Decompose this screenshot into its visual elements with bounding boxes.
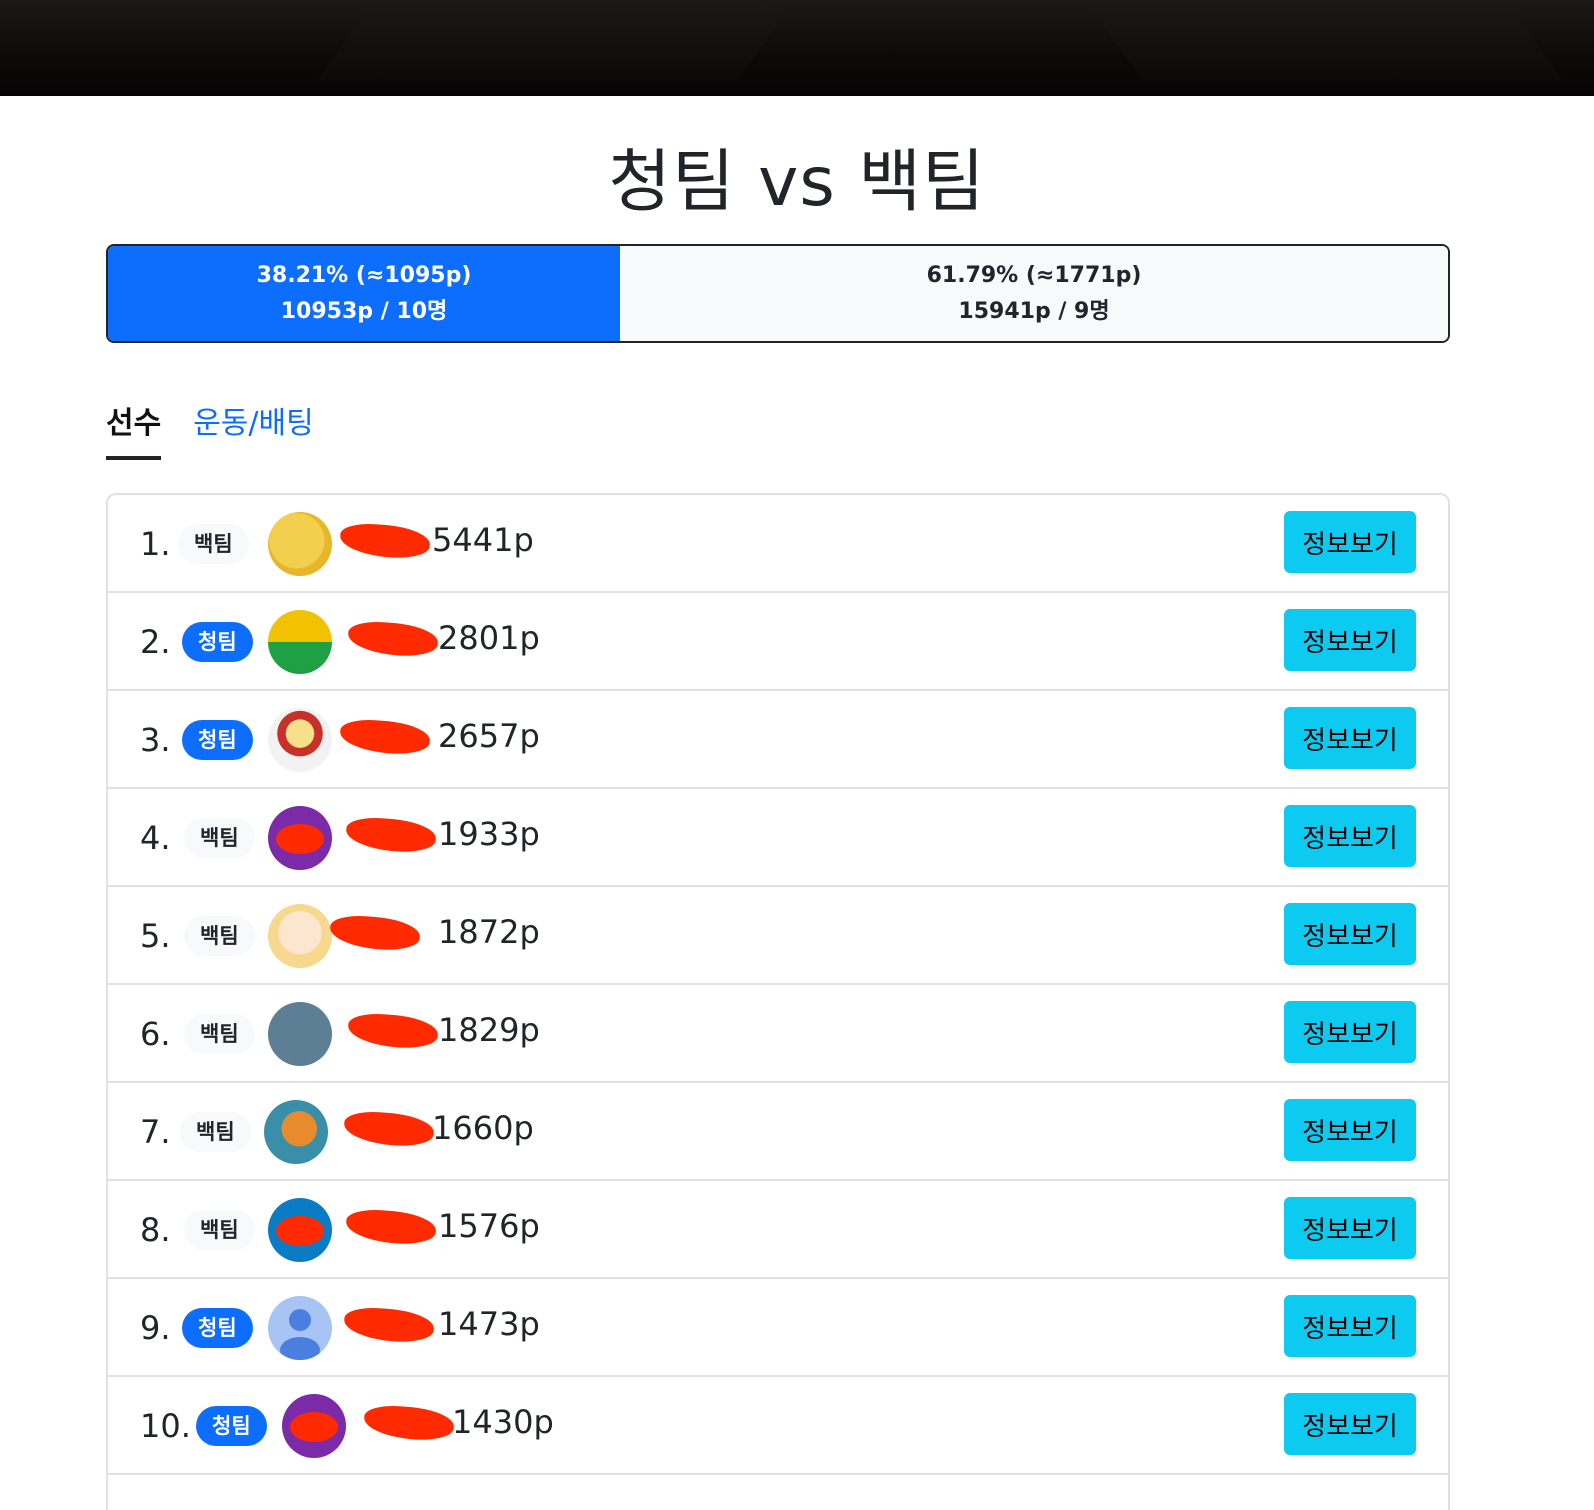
player-rank: 8. — [140, 1211, 171, 1249]
player-rank: 1. — [140, 525, 171, 563]
purple-avatar — [268, 806, 332, 870]
view-info-button[interactable]: 정보보기 — [1284, 805, 1416, 867]
view-info-button[interactable]: 정보보기 — [1284, 707, 1416, 769]
redacted-player-name — [346, 1011, 440, 1051]
player-row: 4. 백팀 1933p 정보보기 — [108, 789, 1448, 887]
view-info-button[interactable]: 정보보기 — [1284, 1001, 1416, 1063]
purple-avatar — [282, 1394, 346, 1458]
blue-avatar — [268, 1198, 332, 1262]
player-rank: 5. — [140, 917, 171, 955]
player-rank: 4. — [140, 819, 171, 857]
default-person-avatar — [268, 1296, 332, 1360]
player-rank: 2. — [140, 623, 171, 661]
team-badge: 청팀 — [196, 1406, 267, 1446]
player-points: 1933p — [438, 815, 540, 853]
team-badge: 청팀 — [182, 1308, 253, 1348]
player-points: 1872p — [438, 913, 540, 951]
pixel-punk-avatar — [268, 1002, 332, 1066]
team-badge: 백팀 — [184, 1210, 255, 1250]
player-row: 10. 청팀 1430p 정보보기 — [108, 1377, 1448, 1475]
cartoon-hero-avatar — [268, 708, 332, 772]
view-info-button[interactable]: 정보보기 — [1284, 903, 1416, 965]
team-badge: 청팀 — [182, 622, 253, 662]
player-points: 1660p — [432, 1109, 534, 1147]
redaction-mark — [290, 1412, 338, 1442]
page-title: 청팀 vs 백팀 — [608, 143, 986, 222]
tab-exercise-betting[interactable]: 운동/배팅 — [193, 392, 314, 460]
tab-players[interactable]: 선수 — [106, 392, 162, 460]
redacted-player-name — [344, 815, 438, 855]
camera-avatar — [268, 610, 332, 674]
player-row: 1. 백팀 5441p 정보보기 — [108, 495, 1448, 593]
redacted-player-name — [338, 521, 432, 561]
redacted-player-name — [328, 913, 422, 953]
redacted-player-name — [344, 1207, 438, 1247]
team-badge: 백팀 — [184, 916, 255, 956]
player-row: 6. 백팀 1829p 정보보기 — [108, 985, 1448, 1083]
player-points: 1473p — [438, 1305, 540, 1343]
redacted-player-name — [346, 619, 440, 659]
redacted-player-name — [338, 717, 432, 757]
tab-bar: 선수 운동/배팅 — [106, 392, 314, 460]
person-icon — [280, 1309, 320, 1360]
team-badge: 청팀 — [182, 720, 253, 760]
banner-decoration — [1057, 0, 1563, 80]
team-badge: 백팀 — [184, 1014, 255, 1054]
player-points: 2801p — [438, 619, 540, 657]
view-info-button[interactable]: 정보보기 — [1284, 1393, 1416, 1455]
player-row: 2. 청팀 2801p 정보보기 — [108, 593, 1448, 691]
view-info-button[interactable]: 정보보기 — [1284, 511, 1416, 573]
frog-avatar — [264, 1100, 328, 1164]
player-rank: 6. — [140, 1015, 171, 1053]
player-row: 8. 백팀 1576p 정보보기 — [108, 1181, 1448, 1279]
player-row: 7. 백팀 1660p 정보보기 — [108, 1083, 1448, 1181]
player-rank: 3. — [140, 721, 171, 759]
view-info-button[interactable]: 정보보기 — [1284, 1099, 1416, 1161]
player-list: 1. 백팀 5441p 정보보기 2. 청팀 2801p 정보보기 3. 청팀 2657p 정보보기 4… — [106, 493, 1450, 1510]
redacted-player-name — [342, 1109, 436, 1149]
psyduck-avatar — [268, 512, 332, 576]
white-team-score: 61.79% (≈1771p) 15941p / 9명 — [620, 246, 1448, 341]
white-team-percent: 61.79% (≈1771p) — [926, 262, 1142, 288]
player-rank: 7. — [140, 1113, 171, 1151]
redaction-mark — [276, 1216, 324, 1246]
white-team-total: 15941p / 9명 — [958, 298, 1110, 324]
redacted-player-name — [342, 1305, 436, 1345]
view-info-button[interactable]: 정보보기 — [1284, 1197, 1416, 1259]
team-badge: 백팀 — [184, 818, 255, 858]
player-points: 1829p — [438, 1011, 540, 1049]
view-info-button[interactable]: 정보보기 — [1284, 609, 1416, 671]
redacted-player-name — [362, 1403, 456, 1443]
player-points: 5441p — [432, 521, 534, 559]
team-badge: 백팀 — [178, 524, 249, 564]
banner-decoration — [317, 0, 823, 80]
player-row: 3. 청팀 2657p 정보보기 — [108, 691, 1448, 789]
top-banner — [0, 0, 1594, 96]
team-badge: 백팀 — [180, 1112, 251, 1152]
view-info-button[interactable]: 정보보기 — [1284, 1295, 1416, 1357]
blue-team-percent: 38.21% (≈1095p) — [256, 262, 472, 288]
redaction-mark — [276, 824, 324, 854]
player-row: 5. 백팀 1872p 정보보기 — [108, 887, 1448, 985]
blue-team-total: 10953p / 10명 — [280, 298, 448, 324]
player-rank: 9. — [140, 1309, 171, 1347]
player-points: 1576p — [438, 1207, 540, 1245]
blue-team-score: 38.21% (≈1095p) 10953p / 10명 — [108, 246, 620, 341]
team-score-bar: 38.21% (≈1095p) 10953p / 10명 61.79% (≈17… — [106, 244, 1450, 343]
player-row: 9. 청팀 1473p 정보보기 — [108, 1279, 1448, 1377]
anime-girl-avatar — [268, 904, 332, 968]
player-points: 1430p — [452, 1403, 554, 1441]
player-points: 2657p — [438, 717, 540, 755]
player-rank: 10. — [140, 1407, 191, 1445]
